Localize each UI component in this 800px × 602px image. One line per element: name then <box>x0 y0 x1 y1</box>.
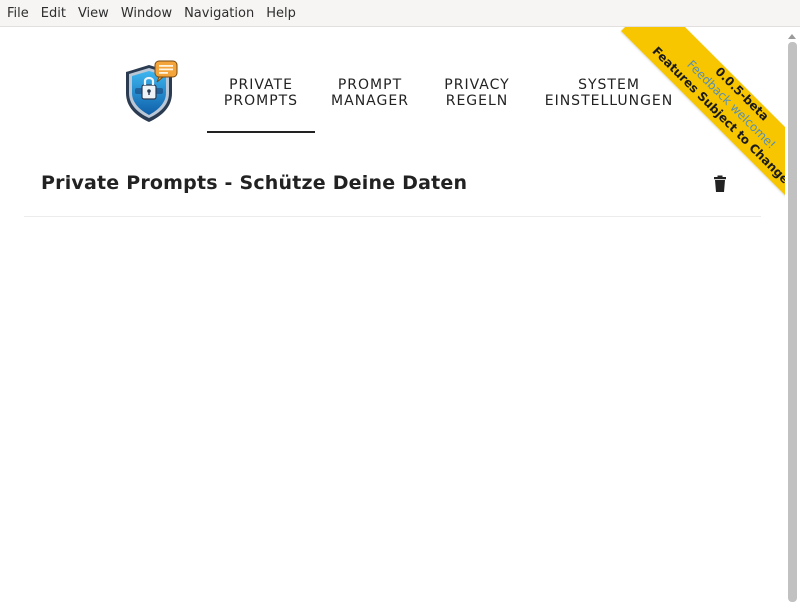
shield-lock-chat-icon <box>126 60 178 122</box>
scrollbar-thumb[interactable] <box>788 42 797 602</box>
tab-prompt-manager[interactable]: PROMPT MANAGER <box>323 69 417 133</box>
menu-help[interactable]: Help <box>260 0 302 27</box>
tab-label-line2: PROMPTS <box>223 93 299 109</box>
tab-label-line1: PROMPT <box>337 77 403 93</box>
vertical-scrollbar[interactable] <box>785 27 800 602</box>
tab-label-line1: SYSTEM <box>578 77 640 93</box>
trash-icon[interactable] <box>712 175 728 193</box>
tab-label-line1: PRIVATE <box>229 77 293 93</box>
tab-label-line1: PRIVACY <box>444 77 510 93</box>
tab-label-line2: REGELN <box>445 93 509 109</box>
app-content: PRIVATE PROMPTS PROMPT MANAGER PRIVACY R… <box>0 27 785 600</box>
menu-bar: File Edit View Window Navigation Help <box>0 0 800 27</box>
menu-edit[interactable]: Edit <box>35 0 72 27</box>
page-title: Private Prompts - Schütze Deine Daten <box>41 172 468 194</box>
tab-private-prompts[interactable]: PRIVATE PROMPTS <box>207 69 315 133</box>
tab-privacy-regeln[interactable]: PRIVACY REGELN <box>433 69 521 133</box>
menu-view[interactable]: View <box>72 0 115 27</box>
tab-label-line2: EINSTELLUNGEN <box>544 93 674 109</box>
menu-window[interactable]: Window <box>115 0 178 27</box>
tab-system-einstellungen[interactable]: SYSTEM EINSTELLUNGEN <box>537 69 681 133</box>
menu-navigation[interactable]: Navigation <box>178 0 260 27</box>
tab-label-line2: MANAGER <box>331 93 409 109</box>
menu-file[interactable]: File <box>1 0 35 27</box>
scroll-up-arrow-icon[interactable] <box>788 34 796 39</box>
title-divider <box>24 216 761 217</box>
